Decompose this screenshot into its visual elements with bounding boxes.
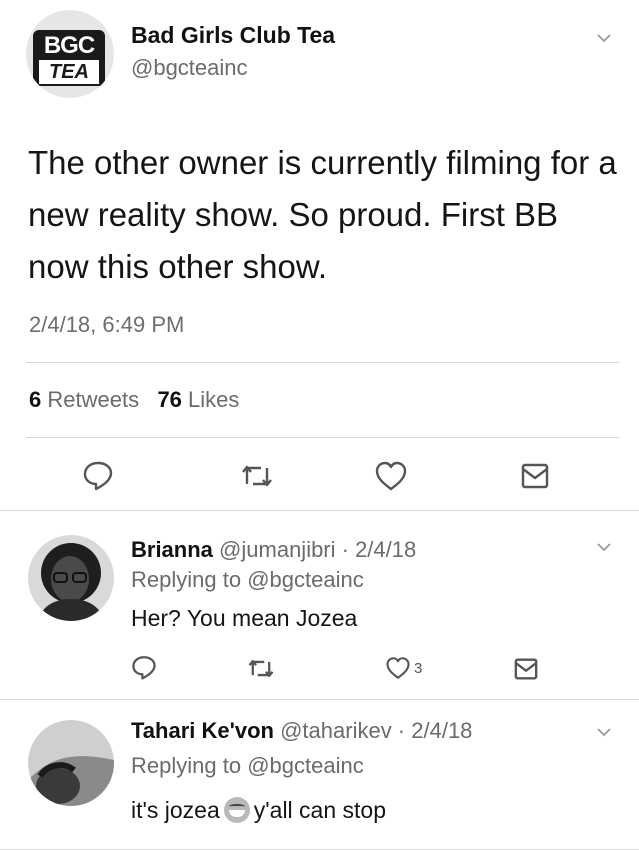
display-name[interactable]: Bad Girls Club Tea	[131, 22, 335, 49]
replying-to-label: Replying to	[131, 753, 242, 778]
replying-to-handle[interactable]: @bgcteainc	[247, 567, 364, 592]
reply-tweet[interactable]: Tahari Ke'von @taharikev · 2/4/18 Replyi…	[0, 700, 639, 850]
replying-to: Replying to @bgcteainc	[131, 753, 364, 779]
replying-to: Replying to @bgcteainc	[131, 567, 364, 593]
like-icon[interactable]	[385, 656, 411, 680]
divider	[26, 437, 619, 438]
retweet-icon[interactable]	[247, 657, 275, 680]
display-name[interactable]: Tahari Ke'von	[131, 718, 274, 743]
reply-icon[interactable]	[82, 459, 114, 491]
face-with-tears-of-joy-icon	[223, 797, 250, 823]
tweet-text: The other owner is currently filming for…	[28, 144, 617, 285]
likes-count[interactable]: 76	[157, 387, 181, 412]
reply-icon[interactable]	[131, 654, 157, 680]
likes-label[interactable]: Likes	[188, 387, 239, 412]
chevron-down-icon[interactable]	[596, 30, 612, 46]
retweets-count[interactable]: 6	[29, 387, 41, 412]
replying-to-handle[interactable]: @bgcteainc	[247, 753, 364, 778]
user-handle[interactable]: @bgcteainc	[131, 55, 248, 81]
bgc-tea-logo: BGC TEA	[33, 30, 105, 86]
tweet-stats: 6 Retweets 76 Likes	[29, 387, 239, 413]
display-name[interactable]: Brianna	[131, 537, 213, 562]
reply-tweet[interactable]: Brianna @jumanjibri · 2/4/18 Replying to…	[0, 511, 639, 699]
handle-and-date[interactable]: @jumanjibri · 2/4/18	[219, 537, 416, 562]
share-icon[interactable]	[514, 658, 538, 680]
handle-and-date[interactable]: @taharikev · 2/4/18	[280, 718, 472, 743]
retweet-icon[interactable]	[240, 462, 274, 490]
replying-to-label: Replying to	[131, 567, 242, 592]
share-icon[interactable]	[521, 463, 549, 489]
retweets-label[interactable]: Retweets	[47, 387, 139, 412]
avatar[interactable]	[28, 535, 114, 621]
avatar[interactable]	[28, 720, 114, 806]
main-tweet: BGC TEA Bad Girls Club Tea @bgcteainc Th…	[0, 0, 639, 510]
reply-text: it's jozea y'all can stop	[131, 797, 386, 824]
like-icon[interactable]	[374, 460, 408, 492]
chevron-down-icon[interactable]	[596, 539, 612, 555]
like-count[interactable]: 3	[414, 660, 422, 677]
reply-header: Brianna @jumanjibri · 2/4/18	[131, 537, 416, 563]
reply-text-after: y'all can stop	[253, 797, 387, 823]
divider	[26, 362, 619, 363]
tweet-timestamp[interactable]: 2/4/18, 6:49 PM	[29, 312, 184, 338]
chevron-down-icon[interactable]	[596, 724, 612, 740]
reply-text-before: it's jozea	[131, 797, 220, 823]
avatar[interactable]: BGC TEA	[26, 10, 114, 98]
logo-top-text: BGC	[43, 32, 95, 59]
logo-bottom-text: TEA	[39, 60, 99, 84]
reply-header: Tahari Ke'von @taharikev · 2/4/18	[131, 718, 472, 744]
reply-text: Her? You mean Jozea	[131, 605, 358, 631]
